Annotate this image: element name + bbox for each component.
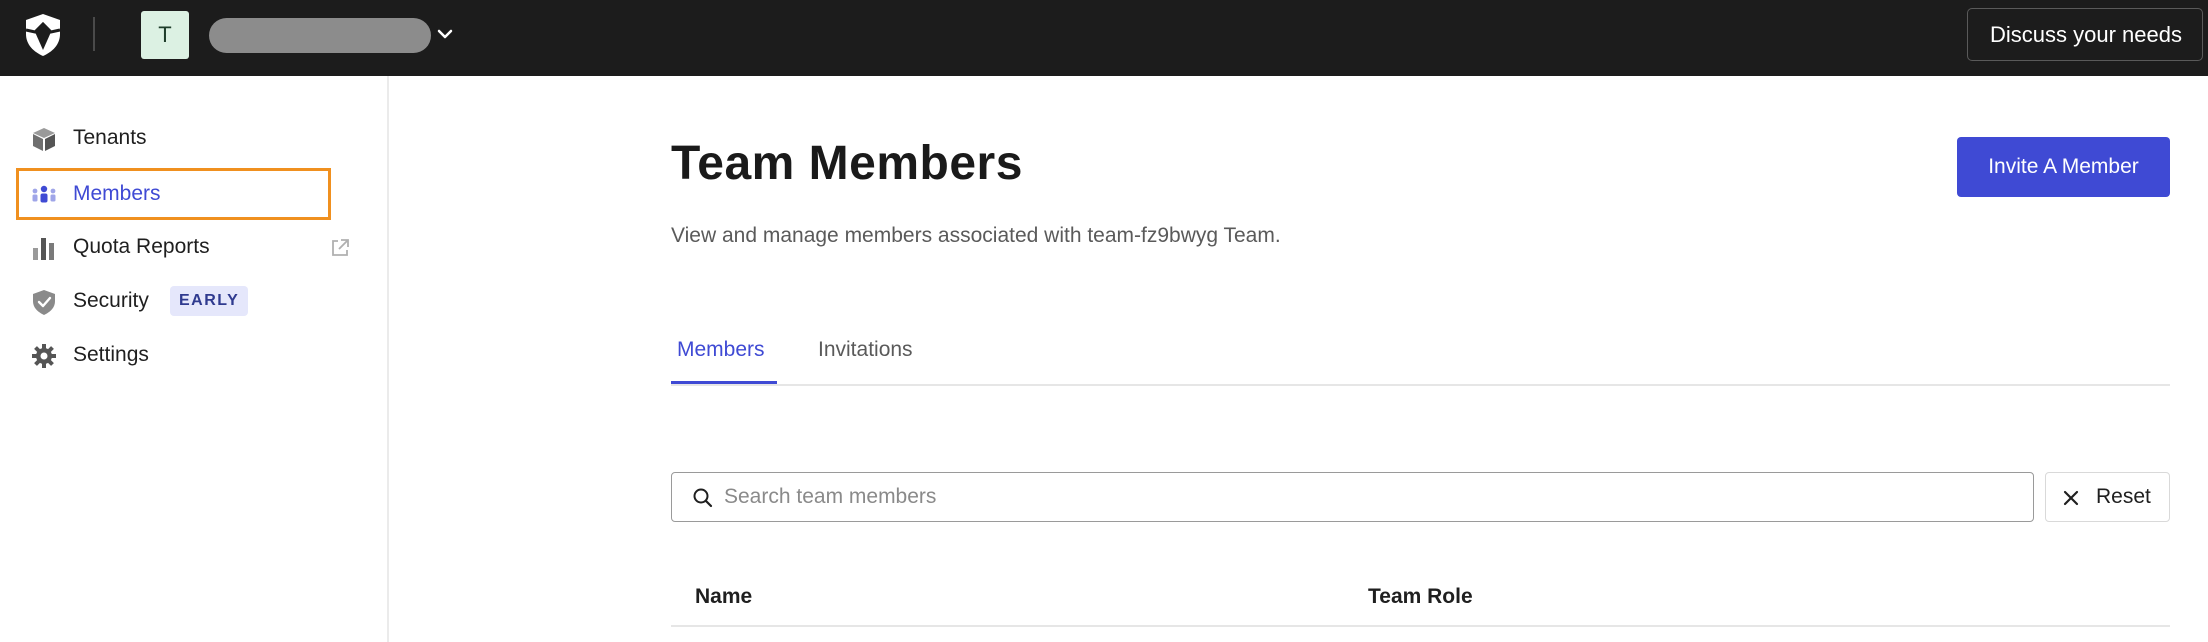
tab-bar: Members Invitations — [671, 326, 2170, 386]
discuss-needs-button[interactable]: Discuss your needs — [1967, 8, 2203, 61]
tab-members[interactable]: Members — [677, 338, 765, 362]
sidebar-item-members[interactable]: Members — [16, 168, 331, 220]
chevron-down-icon[interactable] — [435, 22, 455, 46]
external-link-icon[interactable] — [329, 237, 351, 259]
invite-member-button[interactable]: Invite A Member — [1957, 137, 2170, 197]
cube-icon — [33, 128, 55, 151]
sidebar-item-label: Quota Reports — [73, 235, 210, 258]
shield-check-icon — [33, 290, 55, 315]
table-header: Name Team Role — [671, 570, 2170, 627]
page-title: Team Members — [671, 137, 1023, 190]
sidebar-item-label: Security — [73, 289, 149, 312]
bar-chart-icon — [33, 238, 54, 260]
tenant-avatar[interactable]: T — [141, 11, 189, 59]
search-icon — [693, 488, 713, 508]
gear-icon — [32, 344, 56, 368]
column-header-name[interactable]: Name — [695, 585, 752, 609]
sidebar-item-label: Tenants — [73, 126, 147, 149]
tenant-name-redacted[interactable] — [209, 18, 431, 53]
sidebar-item-security[interactable]: Security EARLY — [16, 275, 372, 327]
active-tab-indicator — [671, 381, 777, 384]
sidebar-item-quota-reports[interactable]: Quota Reports — [16, 221, 372, 273]
early-badge: EARLY — [170, 286, 249, 316]
sidebar-item-tenants[interactable]: Tenants — [16, 112, 372, 164]
reset-label: Reset — [2096, 485, 2151, 508]
sidebar-item-label: Members — [73, 182, 161, 205]
close-icon — [2063, 490, 2079, 506]
search-input[interactable] — [724, 481, 2014, 513]
shield-logo-icon[interactable] — [22, 12, 64, 58]
column-header-team-role[interactable]: Team Role — [1368, 585, 1473, 609]
page-subtitle: View and manage members associated with … — [671, 224, 1281, 247]
sidebar-item-label: Settings — [73, 343, 149, 366]
tab-invitations[interactable]: Invitations — [818, 338, 913, 362]
top-bar: T Discuss your needs — [0, 0, 2208, 76]
sidebar: Tenants Members Quota Reports Security E… — [0, 76, 389, 642]
top-divider — [93, 17, 95, 51]
sidebar-item-settings[interactable]: Settings — [16, 329, 372, 381]
members-icon — [32, 185, 56, 203]
search-box[interactable] — [671, 472, 2034, 522]
reset-button[interactable]: Reset — [2045, 472, 2170, 522]
